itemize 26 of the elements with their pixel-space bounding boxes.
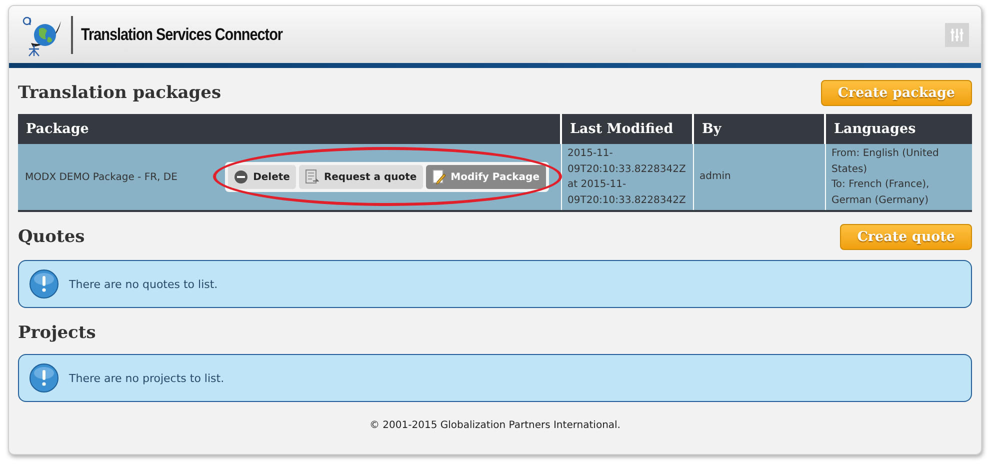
table-cell: admin xyxy=(693,144,825,211)
info-icon xyxy=(29,363,59,393)
document-icon xyxy=(304,169,319,185)
delete-button[interactable]: Delete xyxy=(228,165,296,189)
modify-button[interactable]: Modify Package xyxy=(426,165,546,189)
minus-circle-icon xyxy=(234,170,248,184)
info-message: There are no projects to list. xyxy=(18,354,972,402)
section-heading: Translation packages xyxy=(18,83,222,103)
column-header: By xyxy=(693,114,825,144)
section-heading: Projects xyxy=(18,323,96,343)
request-quote-button[interactable]: Request a quote xyxy=(298,165,423,189)
column-header: Languages xyxy=(825,114,972,144)
column-header: Package xyxy=(18,114,561,144)
settings-icon[interactable] xyxy=(945,22,969,46)
create-package-button[interactable]: Create package xyxy=(820,80,972,106)
table-cell: 2015-11- 09T20:10:33.8228342Z at 2015-11- 09T20:10:33.8228342Z xyxy=(561,144,693,211)
info-icon xyxy=(29,269,59,299)
package-name: MODX DEMO Package - FR, DE xyxy=(24,172,178,182)
app-title: Translation Services Connector xyxy=(81,24,283,44)
info-message: There are no quotes to list. xyxy=(18,260,972,308)
column-header: Last Modified xyxy=(561,114,693,144)
create-quote-button[interactable]: Create quote xyxy=(840,224,972,250)
edit-document-icon xyxy=(432,169,446,185)
table-cell: From: English (United States) To: French (France), German (Germany) xyxy=(825,144,972,211)
copyright-text: © 2001-2015 Globalization Partners International. xyxy=(368,420,622,431)
section-heading: Quotes xyxy=(18,227,85,247)
